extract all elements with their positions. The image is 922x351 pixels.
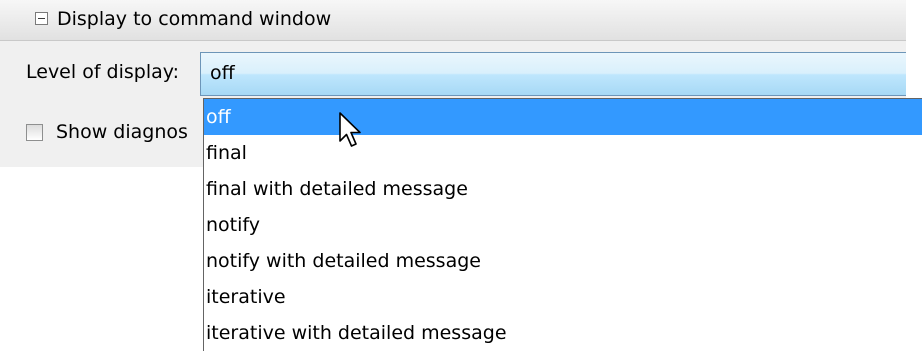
show-diagnostics-label[interactable]: Show diagnos [56,121,188,143]
option-iterative-with-detailed-message[interactable]: iterative with detailed message [204,315,922,351]
arrow-cursor-icon [339,112,361,147]
option-off[interactable]: off [204,99,922,135]
option-iterative[interactable]: iterative [204,279,922,315]
show-diagnostics-checkbox[interactable] [26,124,43,141]
section-header-display-to-command-window[interactable]: Display to command window [0,0,906,41]
option-notify-with-detailed-message[interactable]: notify with detailed message [204,243,922,279]
option-notify[interactable]: notify [204,207,922,243]
section-title: Display to command window [57,8,332,30]
option-final[interactable]: final [204,135,922,171]
collapse-icon[interactable] [35,12,48,25]
level-of-display-value: off [210,62,235,84]
level-of-display-label: Level of display: [26,61,180,83]
level-of-display-dropdown: off final final with detailed message no… [203,98,922,351]
level-of-display-select[interactable]: off [200,52,906,96]
option-final-with-detailed-message[interactable]: final with detailed message [204,171,922,207]
